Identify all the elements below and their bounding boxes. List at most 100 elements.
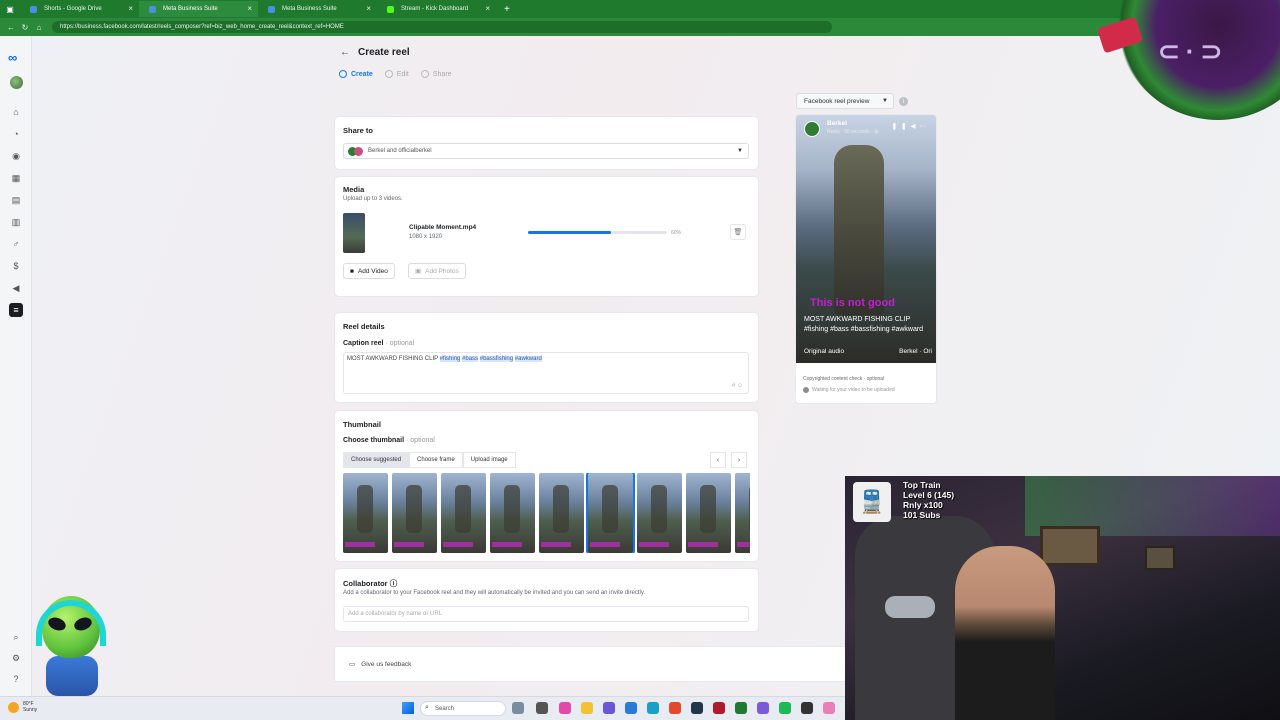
home-icon[interactable]: ⌂ (32, 20, 46, 34)
overlay-glyphs: ⊂·⊃ (1158, 36, 1229, 66)
spotify-icon[interactable] (779, 702, 791, 714)
give-feedback-link[interactable]: Give us feedback (361, 661, 411, 668)
add-video-button[interactable]: ■ Add Video (343, 263, 395, 279)
app-icon[interactable] (823, 702, 835, 714)
streamer (955, 546, 1055, 720)
emoji-icon[interactable]: ☺ (737, 383, 743, 389)
app-icon[interactable] (536, 702, 548, 714)
delete-video-button[interactable]: 🗑 (730, 224, 746, 240)
step-circle-icon (339, 70, 347, 78)
notifications-icon[interactable]: ◔ (9, 127, 23, 141)
tab-kick-dashboard[interactable]: Stream - Kick Dashboard × (377, 1, 496, 17)
planner-icon[interactable]: ◉ (9, 149, 23, 163)
tab-meta-business-suite-active[interactable]: Meta Business Suite × (139, 1, 258, 17)
thumbnail-option[interactable] (637, 473, 682, 553)
home-icon[interactable]: ⌂ (9, 105, 23, 119)
meta-logo-icon[interactable]: ∞ (8, 50, 17, 65)
step-create[interactable]: Create (339, 70, 373, 78)
preview-page-name: Berkel (827, 120, 847, 127)
thumbnail-option[interactable] (441, 473, 486, 553)
task-view-icon[interactable] (512, 702, 524, 714)
tab-upload-image[interactable]: Upload image (462, 452, 516, 468)
weather-widget[interactable]: 80°F Sunny (8, 701, 37, 713)
inbox-icon[interactable]: ▤ (9, 193, 23, 207)
app-icon[interactable] (603, 702, 615, 714)
pause-icon[interactable]: ❚❚ (892, 123, 911, 130)
thumbnail-option[interactable] (686, 473, 731, 553)
collaborator-card: Collaborator ⓘ Add a collaborator to you… (335, 569, 758, 631)
add-photos-button[interactable]: ▣ Add Photos (408, 263, 466, 279)
thumbnail-option[interactable] (490, 473, 535, 553)
tab-google-drive[interactable]: Shorts - Google Drive × (20, 1, 139, 17)
app-icon[interactable] (757, 702, 769, 714)
hype-train-alert: Top Train Level 6 (145) Rnly x100 101 Su… (903, 480, 954, 520)
volume-icon[interactable]: ◀ (911, 123, 920, 130)
insights-icon[interactable]: ▥ (9, 215, 23, 229)
thumbnail-prev-button[interactable]: ‹ (710, 452, 726, 468)
tab-meta-business-suite[interactable]: Meta Business Suite × (258, 1, 377, 17)
close-tab-icon[interactable]: × (128, 4, 133, 13)
hashtag-icon[interactable]: # (732, 383, 735, 389)
thumbnail-option[interactable] (586, 473, 635, 553)
info-icon[interactable]: ⓘ (390, 579, 398, 588)
tab-choose-suggested[interactable]: Choose suggested (343, 452, 410, 468)
thumbnail-next-button[interactable]: › (731, 452, 747, 468)
info-icon[interactable]: i (899, 97, 908, 106)
close-tab-icon[interactable]: × (485, 4, 490, 13)
step-circle-icon (384, 70, 393, 78)
all-tools-menu-icon[interactable]: ≡ (9, 303, 23, 317)
back-arrow-icon[interactable]: ← (340, 47, 350, 58)
app-icon[interactable] (559, 702, 571, 714)
refresh-icon[interactable]: ↻ (18, 20, 32, 34)
weather-text: 80°F Sunny (23, 701, 37, 713)
app-icon[interactable] (669, 702, 681, 714)
new-tab-button[interactable]: + (504, 4, 510, 15)
share-to-value: Berkel and officialberkel (368, 148, 432, 154)
audience-icon[interactable]: ♂ (9, 237, 23, 251)
windows-start-icon[interactable] (402, 702, 414, 714)
share-to-dropdown[interactable]: Berkel and officialberkel ▼ (343, 143, 749, 159)
page-avatar (804, 121, 820, 137)
search-icon: ⌕ (425, 704, 429, 711)
profile-avatar[interactable] (10, 76, 23, 89)
edge-icon[interactable] (647, 702, 659, 714)
alert-line: Top Train (903, 480, 941, 490)
preview-dropdown[interactable]: Facebook reel preview ▼ (796, 93, 894, 109)
step-share[interactable]: Share (420, 70, 452, 78)
outlook-icon[interactable] (625, 702, 637, 714)
thumbnail-option[interactable] (735, 473, 750, 553)
app-icon[interactable] (735, 702, 747, 714)
app-icon[interactable] (801, 702, 813, 714)
thumbnail-option[interactable] (343, 473, 388, 553)
preview-dropdown-label: Facebook reel preview (804, 97, 870, 105)
kick-favicon-icon (387, 6, 394, 13)
page-title: Create reel (358, 47, 410, 58)
tab-label: Stream - Kick Dashboard (401, 6, 469, 12)
content-icon[interactable]: ▦ (9, 171, 23, 185)
close-tab-icon[interactable]: × (366, 4, 371, 13)
app-icon[interactable] (691, 702, 703, 714)
caption-textarea[interactable]: MOST AWKWARD FISHING CLIP #fishing #bass… (343, 352, 749, 394)
choose-thumbnail-text: Choose thumbnail (343, 437, 405, 444)
tab-choose-frame[interactable]: Choose frame (409, 452, 463, 468)
more-icon[interactable]: ⋯ (920, 123, 931, 130)
step-edit[interactable]: Edit (384, 70, 409, 78)
file-explorer-icon[interactable] (581, 702, 593, 714)
app-icon[interactable] (713, 702, 725, 714)
collaborator-input[interactable]: Add a collaborator by name or URL (343, 606, 749, 622)
upload-progress-bar (528, 231, 667, 234)
help-icon[interactable]: ? (9, 672, 23, 686)
window-menu-icon[interactable]: ▣ (0, 1, 20, 17)
thumbnail-option[interactable] (392, 473, 437, 553)
search-icon[interactable]: ⌕ (9, 630, 23, 644)
thumbnail-option[interactable] (539, 473, 584, 553)
monetization-icon[interactable]: $ (9, 259, 23, 273)
back-arrow-icon[interactable]: ← (4, 20, 18, 34)
url-field[interactable]: https://business.facebook.com/latest/ree… (52, 21, 832, 33)
file-dimensions: 1080 x 1920 (409, 234, 443, 240)
taskbar-search[interactable]: ⌕ Search (420, 701, 506, 716)
settings-gear-icon[interactable]: ⚙ (9, 651, 23, 665)
ads-megaphone-icon[interactable]: ◀ (9, 281, 23, 295)
close-tab-icon[interactable]: × (247, 4, 252, 13)
feedback-icon: ▭ (349, 661, 356, 668)
